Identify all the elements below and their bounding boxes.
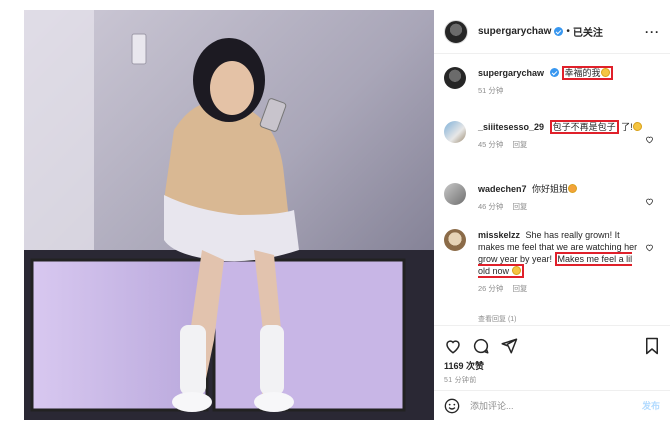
comments-list: supergarychaw 幸福的我 51 分钟 _siiitesesso_29… bbox=[434, 55, 670, 315]
add-comment-bar: 添加评论... 发布 bbox=[434, 390, 670, 420]
comment-username[interactable]: supergarychaw bbox=[478, 68, 544, 78]
more-options-icon[interactable]: ··· bbox=[645, 25, 660, 39]
bookmark-icon[interactable] bbox=[644, 337, 660, 355]
comment-text: 幸福的我 bbox=[564, 68, 601, 78]
post-timestamp: 51 分钟前 bbox=[444, 377, 477, 384]
like-comment-heart-icon[interactable] bbox=[645, 243, 654, 252]
comment-item: wadechen7 你好姐姐 46 分钟 回复 bbox=[444, 183, 660, 213]
avatar[interactable] bbox=[444, 183, 466, 205]
avatar[interactable] bbox=[444, 229, 466, 251]
avatar[interactable] bbox=[444, 121, 466, 143]
reply-button[interactable]: 回复 bbox=[512, 140, 527, 149]
comment-item: _siiitesesso_29 包子不再是包子 了! 45 分钟 回复 bbox=[444, 120, 660, 151]
highlighted-comment-text: 幸福的我 bbox=[561, 66, 613, 80]
like-comment-heart-icon[interactable] bbox=[645, 197, 654, 206]
reply-button[interactable]: 回复 bbox=[512, 202, 527, 211]
likes-count[interactable]: 1169 次赞 bbox=[434, 356, 670, 372]
comment-time: 51 分钟 bbox=[478, 86, 504, 95]
post-photo[interactable] bbox=[24, 10, 434, 420]
emoji-picker-icon[interactable] bbox=[444, 398, 460, 414]
reply-button[interactable]: 回复 bbox=[512, 284, 527, 293]
post-header: supergarychaw • 已关注 ··· bbox=[434, 10, 670, 54]
comment-username[interactable]: misskelzz bbox=[478, 230, 520, 240]
photo-illustration bbox=[24, 10, 434, 420]
verified-badge-icon bbox=[554, 27, 564, 36]
comment-username[interactable]: _siiitesesso_29 bbox=[478, 122, 544, 132]
comment-item: misskelzz She has really grown! It makes… bbox=[444, 229, 660, 295]
comment-text: 你好姐姐 bbox=[532, 184, 569, 194]
highlighted-comment-text: 包子不再是包子 bbox=[549, 120, 619, 134]
avatar[interactable] bbox=[444, 19, 468, 44]
view-replies-link[interactable]: 查看回复 (1) bbox=[478, 314, 517, 324]
comment-input[interactable]: 添加评论... bbox=[470, 399, 514, 412]
comment-username[interactable]: wadechen7 bbox=[478, 184, 527, 194]
share-send-icon[interactable] bbox=[500, 337, 518, 355]
comment-time: 46 分钟 bbox=[478, 202, 504, 211]
header-username[interactable]: supergarychaw bbox=[478, 26, 551, 37]
avatar[interactable] bbox=[444, 67, 466, 89]
post-actions: 1169 次赞 51 分钟前 添加评论... 发布 bbox=[434, 325, 670, 420]
comment-text: 了! bbox=[621, 122, 633, 132]
comment-time: 45 分钟 bbox=[478, 140, 504, 149]
comment-bubble-icon[interactable] bbox=[472, 337, 490, 355]
smile-emoji-icon bbox=[632, 122, 642, 131]
verified-badge-icon bbox=[550, 68, 560, 77]
separator-dot: • bbox=[566, 26, 570, 37]
smile-emoji-icon bbox=[511, 266, 521, 275]
face-emoji-icon bbox=[568, 184, 578, 193]
like-comment-heart-icon[interactable] bbox=[645, 135, 654, 144]
post-side-panel: supergarychaw • 已关注 ··· supergarychaw 幸福… bbox=[434, 10, 670, 420]
caption-comment: supergarychaw 幸福的我 51 分钟 bbox=[444, 66, 660, 97]
like-heart-icon[interactable] bbox=[444, 337, 462, 355]
comment-time: 26 分钟 bbox=[478, 284, 504, 293]
post-comment-button[interactable]: 发布 bbox=[642, 399, 660, 412]
following-button[interactable]: 已关注 bbox=[573, 24, 603, 39]
smile-emoji-icon bbox=[600, 68, 610, 77]
